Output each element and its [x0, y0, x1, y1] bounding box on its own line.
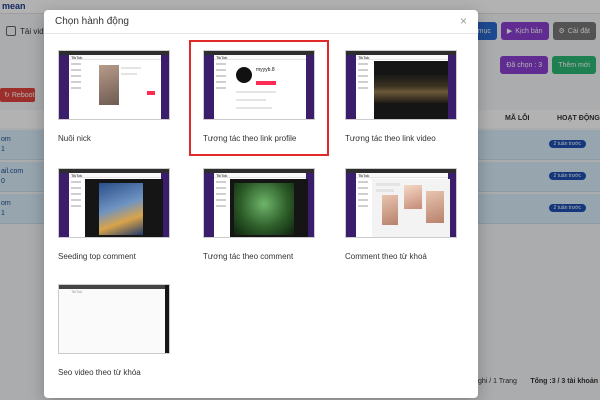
card-label: Seo video theo từ khóa — [58, 368, 141, 377]
tiktok-logo: TikTok — [71, 173, 83, 178]
card-label: Tương tác theo comment — [203, 252, 294, 261]
action-card-link-profile[interactable]: TikTok myyyb.8 Tương tác theo link profi… — [189, 40, 329, 156]
tiktok-comment-thumbnail: TikTok — [58, 168, 170, 238]
tiktok-logo: TikTok — [216, 55, 228, 60]
blank-browser-thumbnail: TikTok — [58, 284, 170, 354]
action-card-comment-interaction[interactable]: TikTok Tương tác theo comment — [191, 160, 327, 272]
tiktok-feed-thumbnail: TikTok — [58, 50, 170, 120]
tiktok-logo: TikTok — [71, 55, 83, 60]
tiktok-comment-video-thumbnail: TikTok — [203, 168, 315, 238]
tiktok-logo: TikTok — [216, 173, 228, 178]
close-icon[interactable]: × — [460, 15, 467, 27]
tiktok-logo: TikTok — [358, 173, 370, 178]
action-card-link-video[interactable]: TikTok Tương tác theo link video — [333, 42, 469, 154]
profile-name: myyyb.8 — [256, 67, 275, 73]
card-label: Tương tác theo link profile — [203, 134, 297, 143]
card-label: Tương tác theo link video — [345, 134, 436, 143]
tiktok-video-thumbnail: TikTok — [345, 50, 457, 120]
tiktok-search-thumbnail: TikTok — [345, 168, 457, 238]
card-label: Seeding top comment — [58, 252, 136, 261]
action-card-seeding-top-comment[interactable]: TikTok Seeding top comment — [46, 160, 182, 272]
modal-header: Chọn hành động × — [44, 10, 478, 34]
profile-avatar — [236, 67, 252, 83]
action-card-nuoi-nick[interactable]: TikTok Nuôi nick — [46, 42, 182, 154]
action-card-seo-video-keyword[interactable]: TikTok Seo video theo từ khóa — [46, 276, 182, 388]
tiktok-logo: TikTok — [71, 289, 83, 294]
action-picker-modal: Chọn hành động × TikTok Nuôi nick TikTok… — [44, 10, 478, 398]
card-label: Comment theo từ khoá — [345, 252, 427, 261]
tiktok-logo: TikTok — [358, 55, 370, 60]
card-label: Nuôi nick — [58, 134, 91, 143]
modal-title: Chọn hành động — [55, 16, 129, 27]
tiktok-profile-thumbnail: TikTok myyyb.8 — [203, 50, 315, 120]
action-card-comment-keyword[interactable]: TikTok Comment theo từ khoá — [333, 160, 469, 272]
